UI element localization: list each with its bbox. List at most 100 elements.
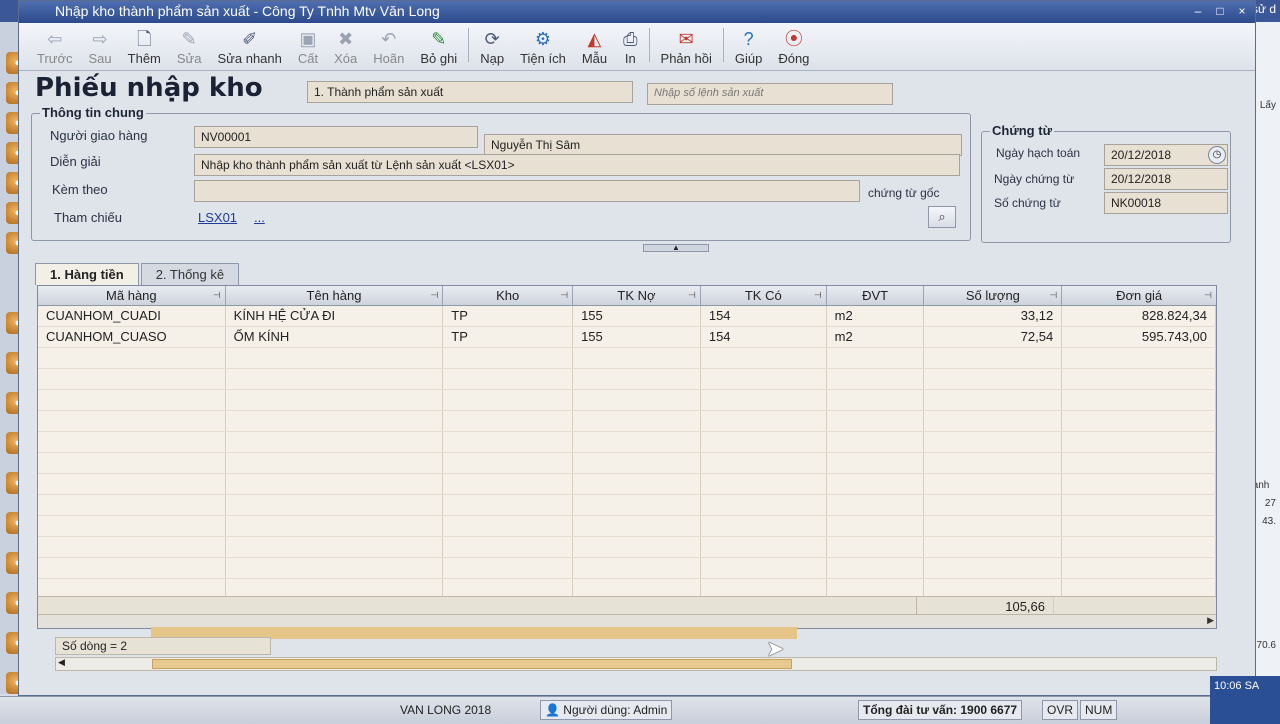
empty-cell[interactable]: [827, 348, 925, 368]
table-row[interactable]: CUANHOM_CUASO ỐM KÍNH TP 155 154 m2 72,5…: [38, 327, 1216, 348]
empty-cell[interactable]: [38, 537, 226, 557]
empty-cell[interactable]: [1062, 516, 1216, 536]
empty-cell[interactable]: [573, 369, 701, 389]
empty-cell[interactable]: [1062, 537, 1216, 557]
col-header-credit-account[interactable]: TK Có ⊣: [701, 286, 827, 305]
empty-cell[interactable]: [1062, 369, 1216, 389]
empty-cell[interactable]: [924, 369, 1063, 389]
empty-cell[interactable]: [1062, 432, 1216, 452]
reload-button[interactable]: ⟳ Nạp: [472, 22, 512, 66]
empty-cell[interactable]: [1062, 411, 1216, 431]
scrollbar-thumb[interactable]: [152, 659, 792, 669]
cell-warehouse[interactable]: TP: [443, 306, 574, 326]
utilities-button[interactable]: ⚙ Tiện ích: [512, 22, 574, 66]
print-button[interactable]: ⎙ In: [615, 22, 645, 66]
empty-cell[interactable]: [226, 411, 444, 431]
empty-cell[interactable]: [827, 558, 925, 578]
empty-cell[interactable]: [38, 495, 226, 515]
empty-cell[interactable]: [226, 495, 444, 515]
empty-cell[interactable]: [573, 558, 701, 578]
cell-unit[interactable]: m2: [827, 327, 925, 347]
empty-cell[interactable]: [443, 453, 574, 473]
empty-cell[interactable]: [701, 348, 827, 368]
col-header-unit-price[interactable]: Đơn giá ⊣: [1062, 286, 1216, 305]
search-reference-button[interactable]: ⌕: [928, 206, 956, 228]
empty-cell[interactable]: [701, 432, 827, 452]
empty-cell[interactable]: [226, 558, 444, 578]
scroll-right-icon[interactable]: ▶: [1207, 615, 1214, 626]
empty-cell[interactable]: [443, 537, 574, 557]
empty-cell[interactable]: [38, 432, 226, 452]
cell-item-name[interactable]: KÍNH HỆ CỬA ĐI: [226, 306, 444, 326]
feedback-button[interactable]: ✉ Phản hồi: [653, 22, 720, 66]
unpost-button[interactable]: ✎ Bỏ ghi: [412, 22, 465, 66]
empty-cell[interactable]: [226, 390, 444, 410]
pin-icon[interactable]: ⊣: [430, 286, 438, 305]
empty-row[interactable]: [38, 432, 1216, 453]
form-horizontal-scrollbar[interactable]: ◀: [55, 657, 1217, 671]
quick-edit-button[interactable]: ✐ Sửa nhanh: [210, 22, 290, 66]
empty-cell[interactable]: [573, 516, 701, 536]
empty-cell[interactable]: [701, 411, 827, 431]
cell-unit-price[interactable]: 828.824,34: [1062, 306, 1216, 326]
production-order-input[interactable]: Nhập số lệnh sản xuất: [647, 83, 893, 105]
cell-item-name[interactable]: ỐM KÍNH: [226, 327, 444, 347]
next-button[interactable]: ⇨ Sau: [81, 22, 120, 66]
attach-field[interactable]: [194, 180, 860, 202]
empty-cell[interactable]: [701, 516, 827, 536]
empty-row[interactable]: [38, 558, 1216, 579]
empty-cell[interactable]: [827, 453, 925, 473]
col-header-warehouse[interactable]: Kho ⊣: [443, 286, 574, 305]
empty-row[interactable]: [38, 537, 1216, 558]
cell-debit-account[interactable]: 155: [573, 306, 701, 326]
empty-cell[interactable]: [924, 558, 1063, 578]
empty-cell[interactable]: [443, 369, 574, 389]
pin-icon[interactable]: ⊣: [1204, 286, 1212, 305]
empty-cell[interactable]: [827, 411, 925, 431]
empty-cell[interactable]: [924, 537, 1063, 557]
col-header-quantity[interactable]: Số lượng ⊣: [924, 286, 1063, 305]
empty-cell[interactable]: [827, 516, 925, 536]
cell-item-code[interactable]: CUANHOM_CUASO: [38, 327, 226, 347]
empty-cell[interactable]: [924, 474, 1063, 494]
cell-warehouse[interactable]: TP: [443, 327, 574, 347]
pin-icon[interactable]: ⊣: [814, 286, 822, 305]
cell-item-code[interactable]: CUANHOM_CUADI: [38, 306, 226, 326]
empty-cell[interactable]: [827, 474, 925, 494]
pin-icon[interactable]: ⊣: [560, 286, 568, 305]
empty-cell[interactable]: [1062, 495, 1216, 515]
empty-cell[interactable]: [701, 369, 827, 389]
maximize-icon[interactable]: □: [1211, 3, 1229, 19]
empty-cell[interactable]: [701, 495, 827, 515]
empty-cell[interactable]: [38, 411, 226, 431]
empty-cell[interactable]: [226, 369, 444, 389]
template-button[interactable]: ◭ Mẫu: [574, 22, 615, 66]
table-row[interactable]: CUANHOM_CUADI KÍNH HỆ CỬA ĐI TP 155 154 …: [38, 306, 1216, 327]
empty-cell[interactable]: [1062, 453, 1216, 473]
empty-cell[interactable]: [573, 537, 701, 557]
empty-cell[interactable]: [226, 432, 444, 452]
undo-button[interactable]: ↶ Hoãn: [365, 22, 412, 66]
close-button[interactable]: ⦿ Đóng: [770, 22, 817, 66]
description-field[interactable]: Nhập kho thành phẩm sản xuất từ Lệnh sản…: [194, 154, 960, 176]
scroll-left-icon[interactable]: ◀: [58, 657, 65, 668]
empty-row[interactable]: [38, 474, 1216, 495]
empty-cell[interactable]: [38, 369, 226, 389]
tab-statistics[interactable]: 2. Thống kê: [140, 263, 240, 285]
help-button[interactable]: ? Giúp: [727, 22, 770, 66]
empty-cell[interactable]: [701, 537, 827, 557]
empty-cell[interactable]: [38, 348, 226, 368]
empty-cell[interactable]: [38, 390, 226, 410]
deliverer-code-field[interactable]: NV00001: [194, 126, 478, 148]
empty-cell[interactable]: [827, 369, 925, 389]
pin-icon[interactable]: ⊣: [688, 286, 696, 305]
empty-cell[interactable]: [924, 390, 1063, 410]
col-header-unit[interactable]: ĐVT: [827, 286, 925, 305]
deliverer-name-field[interactable]: Nguyễn Thị Sâm: [484, 134, 962, 156]
voucher-no-field[interactable]: NK00018: [1104, 192, 1228, 214]
empty-cell[interactable]: [701, 558, 827, 578]
close-window-icon[interactable]: ×: [1233, 3, 1251, 19]
empty-cell[interactable]: [827, 432, 925, 452]
empty-cell[interactable]: [924, 495, 1063, 515]
empty-cell[interactable]: [827, 390, 925, 410]
